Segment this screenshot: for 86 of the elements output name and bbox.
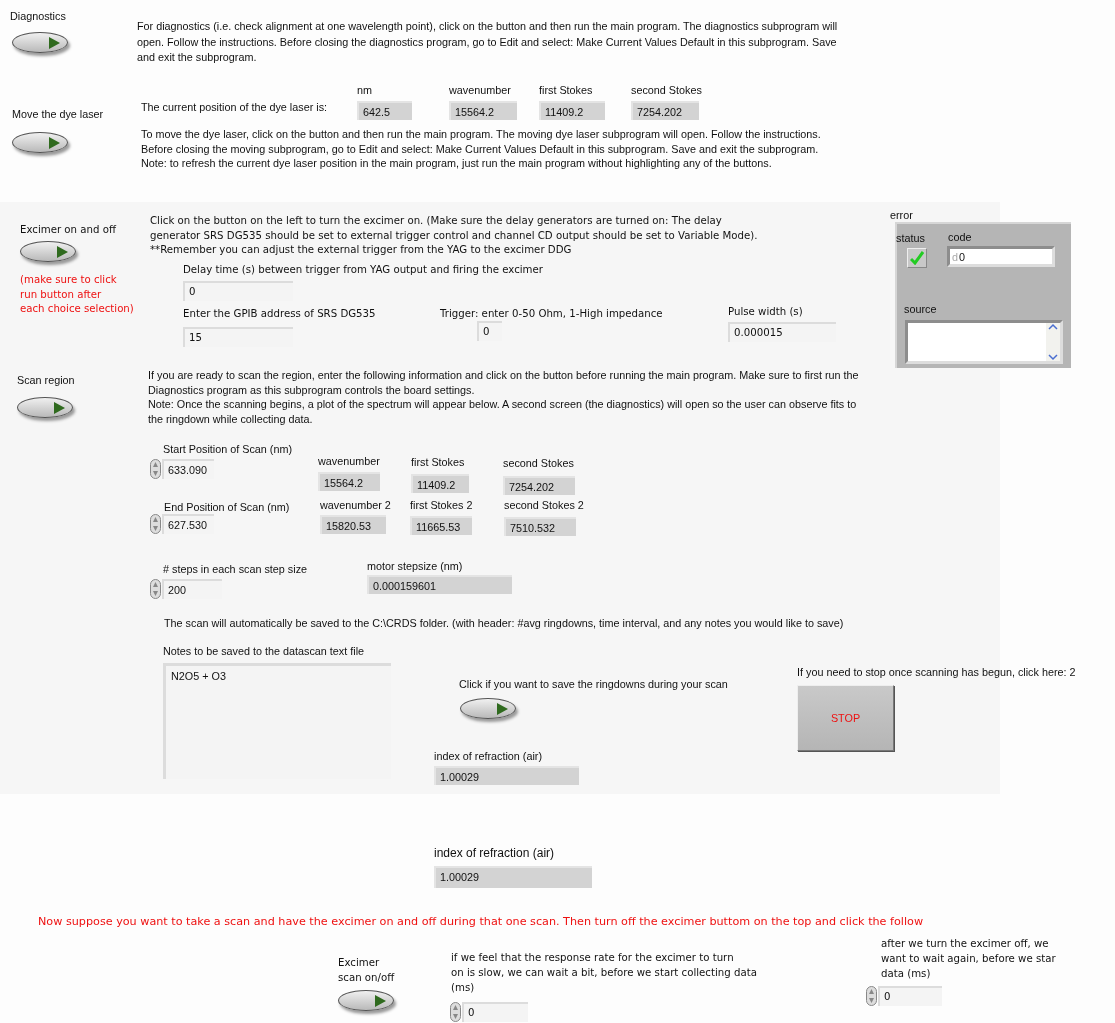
- triangle-icon: [375, 994, 386, 1007]
- scroll-up-icon[interactable]: [1046, 323, 1060, 331]
- label: End Position of Scan (nm): [164, 500, 290, 514]
- label: Excimer scan on/off: [338, 956, 395, 985]
- numeric-indicator: 642.5: [357, 101, 412, 120]
- label: Move the dye laser: [12, 107, 104, 121]
- label: Scan region: [17, 373, 75, 387]
- triangle-icon: [497, 702, 508, 715]
- label: after we turn the excimer off, we want to wait again, before we star data (ms): [881, 937, 1056, 982]
- oval-button[interactable]: [338, 990, 394, 1011]
- numeric-indicator: 7254.202: [631, 101, 699, 120]
- label: Notes to be saved to the datascan text file: [163, 644, 365, 658]
- spinner-icon[interactable]: [866, 986, 877, 1006]
- label: error: [890, 208, 913, 222]
- label: Pulse width (s): [728, 305, 803, 319]
- label: first Stokes: [411, 455, 465, 469]
- oval-button[interactable]: [12, 32, 68, 53]
- label: status: [896, 231, 925, 245]
- label: Delay time (s) between trigger from YAG output and firing the excimer: [183, 263, 543, 277]
- label: wavenumber 2: [320, 498, 391, 512]
- label: If you need to stop once scanning has begun, click here: 2: [797, 665, 1076, 679]
- label: Diagnostics: [10, 9, 66, 23]
- notes-field[interactable]: N2O5 + O3: [163, 663, 391, 779]
- instructions-text: To move the dye laser, click on the button and then run the main program. The moving dye laser subprogram will open. Follow the instructions. Before closing the moving subprogram, go to Edit and select: Make Current Values Default in this subprogram. Save and exit the subprogram. Note: to refresh the current dye laser position in the main program, just run the main program without highlighting any of the buttons.: [141, 127, 821, 171]
- numeric-indicator: 0.000159601: [367, 575, 512, 594]
- source-field[interactable]: [905, 320, 1063, 364]
- label: index of refraction (air): [434, 749, 542, 763]
- label: Start Position of Scan (nm): [163, 442, 292, 456]
- numeric-indicator: 1.00029: [434, 766, 579, 785]
- triangle-icon: [49, 36, 60, 49]
- input-field[interactable]: 0: [477, 321, 502, 341]
- numeric-indicator: 1.00029: [434, 866, 592, 888]
- label: # steps in each scan step size: [163, 562, 308, 576]
- instructions-text: If you are ready to scan the region, enter the following information and click on the button before running the main program. Make sure to first run the Diagnostics program as this subprogram controls the board settings. Note: Once the scanning begins, a plot of the spectrum will appear below. A second screen (the diagnostics) will open so the user can observe fits to the ringdown while collecting data.: [148, 368, 859, 427]
- numeric-control[interactable]: 0: [462, 1002, 528, 1022]
- input-field[interactable]: 15: [183, 327, 293, 347]
- label: second Stokes: [503, 456, 574, 470]
- triangle-icon: [57, 245, 68, 258]
- instructions-text: For diagnostics (i.e. check alignment at one wavelength point), click on the button and then run the main program. The diagnostics subprogram will open. Follow the instructions. Before closing the diagnostics program, go to Edit and select: Make Current Values Default in this subprogram. Save and exit the subprogram.: [137, 19, 838, 65]
- instructions-text: Click on the button on the left to turn the excimer on. (Make sure the delay generators are turned on: The delay generator SRS DG535 should be set to external trigger control and channel CD output should be set to Variable Mode). **Remember you can adjust the external trigger from the YAG to the excimer DDG: [150, 214, 758, 257]
- label: index of refraction (air): [434, 846, 555, 860]
- spinner-icon[interactable]: [150, 514, 161, 534]
- input-field[interactable]: 0: [183, 281, 293, 301]
- triangle-icon: [54, 401, 65, 414]
- label: second Stokes 2: [504, 498, 584, 512]
- warning-note: Now suppose you want to take a scan and have the excimer on and off during that one scan. Then turn off the excimer buttom on the top and click the follow: [38, 915, 924, 929]
- code-field[interactable]: d0: [947, 246, 1055, 267]
- scrollbar[interactable]: [1046, 323, 1060, 361]
- numeric-control[interactable]: 633.090: [162, 459, 214, 479]
- label: nm: [357, 83, 372, 97]
- warning-note: (make sure to click run button after each choice selection): [20, 273, 134, 317]
- numeric-indicator: 7510.532: [504, 517, 576, 536]
- label: source: [904, 302, 937, 316]
- spinner-icon[interactable]: [150, 579, 161, 599]
- label: wavenumber: [449, 83, 511, 97]
- label: first Stokes 2: [410, 498, 473, 512]
- radix-label: d: [952, 250, 958, 263]
- numeric-indicator: 11409.2: [411, 474, 469, 493]
- numeric-indicator: 15564.2: [449, 101, 517, 120]
- label: code: [948, 230, 972, 244]
- numeric-indicator: 15564.2: [318, 472, 380, 491]
- spinner-icon[interactable]: [450, 1002, 461, 1022]
- numeric-control[interactable]: 627.530: [162, 514, 214, 534]
- numeric-indicator: 15820.53: [320, 515, 386, 534]
- label: The current position of the dye laser is:: [141, 100, 328, 114]
- label: Click if you want to save the ringdowns during your scan: [459, 677, 728, 691]
- label: first Stokes: [539, 83, 593, 97]
- label: Excimer on and off: [20, 223, 116, 237]
- numeric-indicator: 11409.2: [539, 101, 605, 120]
- oval-button[interactable]: [12, 132, 68, 153]
- label: motor stepsize (nm): [367, 559, 463, 573]
- numeric-control[interactable]: 0: [878, 986, 942, 1006]
- triangle-icon: [49, 136, 60, 149]
- numeric-indicator: 11665.53: [410, 516, 472, 535]
- label: Enter the GPIB address of SRS DG535: [183, 307, 376, 321]
- label: second Stokes: [631, 83, 702, 97]
- label: The scan will automatically be saved to the C:\CRDS folder. (with header: #avg ringdowns, time interval, and any notes you would like to save): [164, 616, 844, 630]
- numeric-control[interactable]: 200: [162, 579, 222, 599]
- numeric-indicator: 7254.202: [503, 476, 575, 495]
- label: if we feel that the response rate for the excimer to turn on is slow, we can wait a bit, before we start collecting data (ms): [451, 951, 757, 996]
- label: wavenumber: [318, 454, 380, 468]
- scroll-down-icon[interactable]: [1046, 353, 1060, 361]
- label: Trigger: enter 0-50 Ohm, 1-High impedance: [440, 307, 663, 321]
- spinner-icon[interactable]: [150, 459, 161, 479]
- code-value: 0: [959, 250, 966, 263]
- input-field[interactable]: 0.000015: [728, 322, 836, 342]
